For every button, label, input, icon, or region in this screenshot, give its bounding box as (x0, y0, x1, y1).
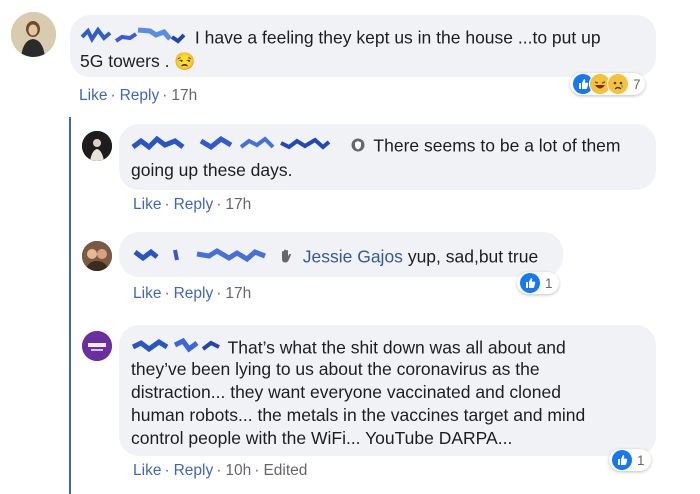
like-link[interactable]: Like (79, 87, 107, 104)
redacted-name (131, 133, 346, 161)
reaction-summary[interactable]: 1 (609, 449, 651, 471)
timestamp[interactable]: 10h (225, 462, 251, 479)
redacted-name (133, 244, 271, 272)
reply-link[interactable]: Reply (174, 285, 214, 302)
reply-link[interactable]: Reply (174, 462, 214, 479)
redacted-name (80, 25, 190, 53)
unamused-emoji-icon: 😒 (174, 52, 196, 71)
mention-link[interactable]: Jessie Gajos (303, 247, 403, 267)
comment-text-line: control people with the WiFi... YouTube … (131, 428, 513, 448)
like-icon (612, 450, 632, 470)
like-link[interactable]: Like (133, 196, 161, 213)
comment-actions: Like · Reply · 17h (133, 285, 252, 302)
comment-text-line: distraction... they want everyone vaccin… (131, 382, 561, 402)
timestamp[interactable]: 17h (225, 196, 251, 213)
reply-thread-line (69, 117, 71, 494)
comment-actions: Like · Reply · 10h · Edited (133, 462, 308, 479)
avatar[interactable] (82, 331, 112, 361)
reaction-summary[interactable]: 7 (570, 73, 645, 95)
sad-icon (607, 73, 629, 95)
reaction-summary[interactable]: 1 (517, 272, 559, 294)
reaction-count: 1 (637, 452, 645, 468)
like-link[interactable]: Like (133, 285, 161, 302)
reply-link[interactable]: Reply (174, 196, 214, 213)
comment-bubble: Jessie Gajos yup, sad,but true (119, 232, 563, 277)
timestamp[interactable]: 17h (171, 87, 197, 104)
comment-actions: Like · Reply · 17h (79, 87, 198, 104)
reply-link[interactable]: Reply (120, 87, 160, 104)
comment-bubble: I have a feeling they kept us in the hou… (70, 15, 656, 77)
edited-label[interactable]: Edited (263, 462, 307, 479)
timestamp[interactable]: 17h (225, 285, 251, 302)
comment-bubble: There seems to be a lot of them going up… (119, 124, 656, 190)
like-link[interactable]: Like (133, 462, 161, 479)
comment-text: I have a feeling they kept us in the hou… (194, 27, 601, 48)
comment-text: There seems to be a lot of them (373, 135, 621, 156)
reaction-count: 1 (545, 275, 553, 291)
comment-text-line: human robots... the metals in the vaccin… (131, 405, 586, 425)
reaction-count: 7 (633, 76, 641, 92)
comment-bubble: That’s what the shit down was all about … (119, 325, 656, 456)
comment-text: yup, sad,but true (407, 246, 539, 267)
avatar[interactable] (11, 12, 56, 57)
comment-actions: Like · Reply · 17h (133, 196, 252, 213)
shield-badge-icon (351, 136, 365, 159)
wave-hand-icon (278, 247, 294, 270)
like-icon (520, 273, 540, 293)
avatar[interactable] (82, 241, 112, 271)
comment-text-line: they’ve been lying to us about the coron… (131, 359, 540, 379)
comment-text-line2: going up these days. (131, 160, 293, 180)
avatar[interactable] (82, 131, 112, 161)
comment-text: That’s what the shit down was all about … (227, 337, 566, 358)
comment-text-line2: 5G towers . (80, 51, 170, 71)
